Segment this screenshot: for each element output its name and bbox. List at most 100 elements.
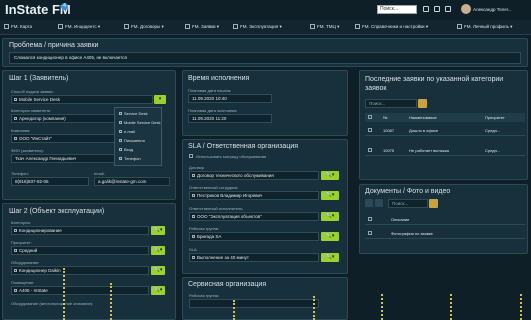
col-name[interactable]: Наименование: [409, 115, 437, 120]
dropdown-option[interactable]: Письменно: [119, 138, 145, 143]
exec-select[interactable]: ООО "Эксплуатация объектов": [189, 212, 319, 221]
nav-item-operation[interactable]: FM. Эксплуатация ▾: [233, 23, 282, 31]
sla-icon: [192, 256, 195, 259]
recent-table-header: № Наименование Приоритет: [365, 113, 525, 122]
priority-button[interactable]: 🔍▾: [151, 246, 165, 255]
dropdown-option[interactable]: Mobile Service Desk: [119, 120, 160, 125]
tenant-icon: [14, 117, 17, 120]
notification-badge[interactable]: 4: [61, 3, 68, 10]
nav-item-requests[interactable]: FM. Заявки ▾: [185, 23, 219, 31]
resp-button[interactable]: 🔍▾: [321, 191, 339, 200]
guide-line: [110, 283, 114, 320]
row-checkbox[interactable]: [368, 128, 372, 132]
row-name[interactable]: Дошло в офисе: [409, 128, 438, 133]
company-select[interactable]: ООО "ИнСтайт": [11, 134, 115, 143]
category2-button[interactable]: 🔍▾: [151, 226, 165, 235]
menu-doc-button[interactable]: [375, 199, 383, 207]
dropdown-option[interactable]: Вход: [119, 147, 133, 152]
room-button[interactable]: 🔍▾: [151, 286, 165, 295]
tmc-icon: [310, 24, 315, 30]
exec-label: Ответственный исполнитель:: [189, 206, 244, 211]
sla-select[interactable]: Выполнение за 40 минут: [189, 253, 319, 262]
phone-input[interactable]: 8(916)837-82-05: [11, 177, 89, 186]
time-title: Время исполнения: [188, 75, 250, 82]
doc-name[interactable]: Описание: [391, 217, 409, 222]
recent-title: Последние заявки по указанной категории …: [365, 76, 504, 92]
guide-line: [381, 294, 385, 320]
fio-input[interactable]: Ткач Александр Геннадьевич: [11, 154, 115, 163]
matrix-checkbox[interactable]: [189, 154, 193, 158]
table-row[interactable]: 10075 Не работает вытяжка Средн...: [365, 145, 525, 156]
row-name[interactable]: Не работает вытяжка: [409, 148, 449, 153]
nav-item-tmc[interactable]: FM. ТМЦ ▾: [310, 23, 339, 31]
problem-textarea[interactable]: Сломался кондиционер в офисе А405, не вк…: [9, 52, 521, 64]
doc-item[interactable]: Фотографии по заявке: [365, 228, 525, 239]
help-icon[interactable]: [434, 6, 440, 12]
docs-search-button[interactable]: [429, 199, 438, 208]
priority-icon: [14, 249, 17, 252]
equipment-select[interactable]: Кондиционер Daikin: [11, 266, 149, 275]
doc-checkbox[interactable]: [368, 231, 372, 235]
top-bar: InState FM 4 Поиск... Александр Телег...: [0, 0, 531, 21]
method-dropdown-list: Service Desk Mobile Service Desk e-mail …: [114, 107, 162, 166]
book-icon: [355, 24, 360, 30]
dropdown-option[interactable]: Телефон: [119, 156, 141, 161]
end-input[interactable]: 11.09.2020 11:20: [188, 114, 272, 123]
doc-item[interactable]: Описание: [365, 214, 525, 225]
exec-button[interactable]: 🔍▾: [321, 212, 339, 221]
contract-button[interactable]: 🔍▾: [321, 171, 339, 180]
resp-select[interactable]: Пестриков Владимир Игоревич: [189, 191, 319, 200]
recent-search-button[interactable]: [418, 99, 427, 108]
dropdown-option[interactable]: e-mail: [119, 129, 135, 134]
contract-icon: [192, 174, 195, 177]
person-icon: [192, 194, 195, 197]
sla-title: SLA / Ответственная организация: [188, 143, 299, 150]
table-row[interactable]: 10087 Дошло в офисе Средн...: [365, 125, 525, 136]
avatar[interactable]: [461, 4, 471, 14]
global-search-input[interactable]: Поиск...: [377, 5, 417, 14]
org-icon: [192, 215, 195, 218]
category2-select[interactable]: Кондиционирование: [11, 226, 149, 235]
room-select[interactable]: А405 - InState: [11, 286, 149, 295]
select-all-checkbox[interactable]: [368, 115, 372, 119]
priority-label: Приоритет:: [11, 240, 32, 245]
doc-checkbox[interactable]: [368, 217, 372, 221]
equipment-button[interactable]: 🔍▾: [151, 266, 165, 275]
category-select[interactable]: Арендатор (компания): [11, 114, 115, 123]
sla-button[interactable]: 🔍▾: [321, 253, 339, 262]
sla-panel: SLA / Ответственная организация Использо…: [182, 139, 348, 274]
method-dropdown-button[interactable]: ▾: [154, 95, 166, 104]
nav-item-incidents[interactable]: FM. Инцидентс ▾: [58, 23, 100, 31]
dropdown-option[interactable]: Service Desk: [119, 111, 148, 116]
nav-item-settings[interactable]: FM. Справочники и настройки ▾: [355, 23, 428, 31]
start-input[interactable]: 11.09.2020 10:40: [188, 94, 272, 103]
incident-icon: [58, 24, 63, 30]
service-group-select[interactable]: [189, 299, 319, 308]
team-select[interactable]: Бригада SA: [189, 232, 319, 241]
step1-title: Шаг 1 (Заявитель): [9, 75, 69, 82]
service-panel: Сервисная организация Рабочая группа:: [182, 277, 348, 320]
docs-search-input[interactable]: Поиск...: [388, 199, 428, 208]
col-priority[interactable]: Приоритет: [485, 115, 505, 120]
contract-select[interactable]: Договор технического обслуживания: [189, 171, 319, 180]
team-button[interactable]: 🔍▾: [321, 232, 339, 241]
row-checkbox[interactable]: [368, 148, 372, 152]
add-doc-button[interactable]: [365, 199, 373, 207]
col-num[interactable]: №: [383, 115, 387, 120]
nav-item-contracts[interactable]: FM. Договоры ▾: [124, 23, 164, 31]
room-icon: [14, 289, 17, 292]
recent-search-input[interactable]: Поиск...: [365, 99, 417, 108]
doc-name[interactable]: Фотографии по заявке: [391, 231, 433, 236]
priority-select[interactable]: Средний: [11, 246, 149, 255]
nav-item-map[interactable]: FM. Карта: [4, 23, 32, 31]
extra-label: Оборудование (местоположение описание):: [11, 301, 94, 306]
nav-item-profile[interactable]: FM. Личный профиль ▾: [457, 23, 512, 31]
user-name[interactable]: Александр Телег...: [473, 7, 512, 12]
method-select[interactable]: Mobile Service Desk: [11, 95, 153, 104]
room-label: Помещение:: [11, 280, 35, 285]
grid-icon[interactable]: [423, 6, 429, 12]
snowflake-icon: [14, 229, 17, 232]
email-input[interactable]: a.galik@instate-gm.com: [94, 177, 170, 186]
docs-title: Документы / Фото и видео: [365, 188, 451, 195]
bell-icon[interactable]: [445, 6, 451, 12]
